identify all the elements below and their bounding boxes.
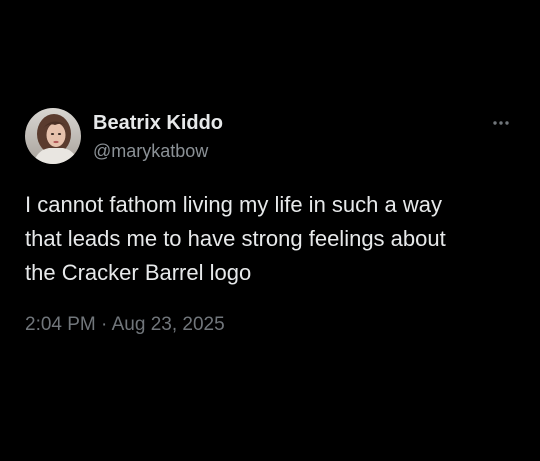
avatar[interactable] <box>25 108 81 164</box>
more-horizontal-icon <box>493 121 509 125</box>
more-options-button[interactable] <box>486 114 516 132</box>
tweet-date[interactable]: Aug 23, 2025 <box>112 314 225 335</box>
avatar-image <box>25 108 81 164</box>
tweet-card: Beatrix Kiddo @marykatbow I cannot fatho… <box>0 0 540 461</box>
tweet-time[interactable]: 2:04 PM <box>25 314 96 335</box>
tweet-text: I cannot fathom living my life in such a… <box>25 188 525 290</box>
author-handle[interactable]: @marykatbow <box>93 141 208 162</box>
tweet-text-line: the Cracker Barrel logo <box>25 260 252 285</box>
author-display-name[interactable]: Beatrix Kiddo <box>93 112 223 135</box>
tweet-timestamp: 2:04 PM · Aug 23, 2025 <box>25 314 225 336</box>
meta-separator: · <box>101 314 108 335</box>
tweet-text-line: I cannot fathom living my life in such a… <box>25 192 442 217</box>
tweet-text-line: that leads me to have strong feelings ab… <box>25 226 446 251</box>
